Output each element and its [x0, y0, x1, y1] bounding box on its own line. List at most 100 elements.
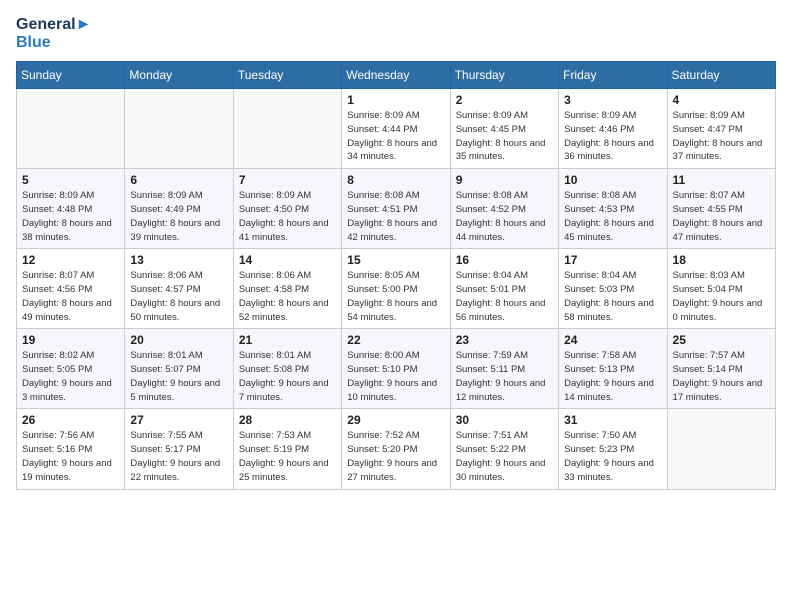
- week-row-1: 1 Sunrise: 8:09 AMSunset: 4:44 PMDaylight…: [17, 89, 776, 169]
- day-info: Sunrise: 7:58 AMSunset: 5:13 PMDaylight:…: [564, 349, 661, 404]
- week-row-3: 12 Sunrise: 8:07 AMSunset: 4:56 PMDayligh…: [17, 249, 776, 329]
- calendar-cell: 20 Sunrise: 8:01 AMSunset: 5:07 PMDayligh…: [125, 329, 233, 409]
- day-info: Sunrise: 8:07 AMSunset: 4:55 PMDaylight:…: [673, 189, 770, 244]
- day-info: Sunrise: 7:55 AMSunset: 5:17 PMDaylight:…: [130, 429, 227, 484]
- calendar-cell: 8 Sunrise: 8:08 AMSunset: 4:51 PMDaylight…: [342, 169, 450, 249]
- week-row-2: 5Sunrise: 8:09 AMSunset: 4:48 PMDaylight…: [17, 169, 776, 249]
- day-number: 20: [130, 333, 227, 347]
- calendar-cell: 14 Sunrise: 8:06 AMSunset: 4:58 PMDayligh…: [233, 249, 341, 329]
- day-number: 1: [347, 93, 444, 107]
- day-info: Sunrise: 8:04 AMSunset: 5:01 PMDaylight:…: [456, 269, 553, 324]
- calendar-cell: 10 Sunrise: 8:08 AMSunset: 4:53 PMDayligh…: [559, 169, 667, 249]
- day-info: Sunrise: 8:08 AMSunset: 4:53 PMDaylight:…: [564, 189, 661, 244]
- day-info: Sunrise: 8:09 AMSunset: 4:46 PMDaylight:…: [564, 109, 661, 164]
- calendar-cell: 23 Sunrise: 7:59 AMSunset: 5:11 PMDayligh…: [450, 329, 558, 409]
- day-number: 13: [130, 253, 227, 267]
- day-number: 24: [564, 333, 661, 347]
- calendar-cell: 18Sunrise: 8:03 AMSunset: 5:04 PMDayligh…: [667, 249, 775, 329]
- day-number: 6: [130, 173, 227, 187]
- calendar-cell: 5Sunrise: 8:09 AMSunset: 4:48 PMDaylight…: [17, 169, 125, 249]
- day-number: 30: [456, 413, 553, 427]
- weekday-header-row: SundayMondayTuesdayWednesdayThursdayFrid…: [17, 62, 776, 89]
- calendar-cell: 17Sunrise: 8:04 AMSunset: 5:03 PMDayligh…: [559, 249, 667, 329]
- calendar-cell: 26 Sunrise: 7:56 AMSunset: 5:16 PMDayligh…: [17, 409, 125, 489]
- weekday-header-saturday: Saturday: [667, 62, 775, 89]
- day-info: Sunrise: 7:52 AMSunset: 5:20 PMDaylight:…: [347, 429, 444, 484]
- day-info: Sunrise: 8:09 AMSunset: 4:48 PMDaylight:…: [22, 189, 119, 244]
- calendar-cell: 9 Sunrise: 8:08 AMSunset: 4:52 PMDaylight…: [450, 169, 558, 249]
- calendar-cell: 31 Sunrise: 7:50 AMSunset: 5:23 PMDayligh…: [559, 409, 667, 489]
- day-number: 28: [239, 413, 336, 427]
- calendar-cell: 30 Sunrise: 7:51 AMSunset: 5:22 PMDayligh…: [450, 409, 558, 489]
- day-number: 14: [239, 253, 336, 267]
- calendar-cell: 16Sunrise: 8:04 AMSunset: 5:01 PMDayligh…: [450, 249, 558, 329]
- weekday-header-wednesday: Wednesday: [342, 62, 450, 89]
- day-number: 27: [130, 413, 227, 427]
- day-info: Sunrise: 8:06 AMSunset: 4:58 PMDaylight:…: [239, 269, 336, 324]
- logo-container: General► Blue: [16, 16, 91, 51]
- day-info: Sunrise: 7:51 AMSunset: 5:22 PMDaylight:…: [456, 429, 553, 484]
- calendar-cell: 21Sunrise: 8:01 AMSunset: 5:08 PMDayligh…: [233, 329, 341, 409]
- day-info: Sunrise: 8:05 AMSunset: 5:00 PMDaylight:…: [347, 269, 444, 324]
- calendar-cell: 28Sunrise: 7:53 AMSunset: 5:19 PMDayligh…: [233, 409, 341, 489]
- day-info: Sunrise: 8:02 AMSunset: 5:05 PMDaylight:…: [22, 349, 119, 404]
- day-number: 19: [22, 333, 119, 347]
- day-number: 15: [347, 253, 444, 267]
- day-number: 2: [456, 93, 553, 107]
- day-number: 31: [564, 413, 661, 427]
- calendar-cell: 6 Sunrise: 8:09 AMSunset: 4:49 PMDaylight…: [125, 169, 233, 249]
- calendar-cell: 29Sunrise: 7:52 AMSunset: 5:20 PMDayligh…: [342, 409, 450, 489]
- calendar-cell: [17, 89, 125, 169]
- week-row-4: 19 Sunrise: 8:02 AMSunset: 5:05 PMDayligh…: [17, 329, 776, 409]
- calendar-cell: 25Sunrise: 7:57 AMSunset: 5:14 PMDayligh…: [667, 329, 775, 409]
- week-row-5: 26 Sunrise: 7:56 AMSunset: 5:16 PMDayligh…: [17, 409, 776, 489]
- day-info: Sunrise: 8:09 AMSunset: 4:44 PMDaylight:…: [347, 109, 444, 164]
- calendar-cell: 22 Sunrise: 8:00 AMSunset: 5:10 PMDayligh…: [342, 329, 450, 409]
- day-number: 10: [564, 173, 661, 187]
- calendar-cell: 4 Sunrise: 8:09 AMSunset: 4:47 PMDaylight…: [667, 89, 775, 169]
- weekday-header-thursday: Thursday: [450, 62, 558, 89]
- day-number: 17: [564, 253, 661, 267]
- day-info: Sunrise: 8:06 AMSunset: 4:57 PMDaylight:…: [130, 269, 227, 324]
- weekday-header-friday: Friday: [559, 62, 667, 89]
- calendar-cell: 15 Sunrise: 8:05 AMSunset: 5:00 PMDayligh…: [342, 249, 450, 329]
- day-info: Sunrise: 8:08 AMSunset: 4:52 PMDaylight:…: [456, 189, 553, 244]
- calendar-cell: 27 Sunrise: 7:55 AMSunset: 5:17 PMDayligh…: [125, 409, 233, 489]
- logo-text-general: General►: [16, 16, 91, 34]
- logo-text-blue: Blue: [16, 34, 91, 52]
- day-number: 4: [673, 93, 770, 107]
- day-info: Sunrise: 7:59 AMSunset: 5:11 PMDaylight:…: [456, 349, 553, 404]
- calendar-cell: [125, 89, 233, 169]
- day-info: Sunrise: 8:07 AMSunset: 4:56 PMDaylight:…: [22, 269, 119, 324]
- day-info: Sunrise: 7:50 AMSunset: 5:23 PMDaylight:…: [564, 429, 661, 484]
- day-number: 23: [456, 333, 553, 347]
- day-info: Sunrise: 8:03 AMSunset: 5:04 PMDaylight:…: [673, 269, 770, 324]
- logo: General► Blue: [16, 16, 91, 51]
- day-info: Sunrise: 8:08 AMSunset: 4:51 PMDaylight:…: [347, 189, 444, 244]
- day-info: Sunrise: 8:01 AMSunset: 5:07 PMDaylight:…: [130, 349, 227, 404]
- weekday-header-sunday: Sunday: [17, 62, 125, 89]
- day-info: Sunrise: 8:09 AMSunset: 4:50 PMDaylight:…: [239, 189, 336, 244]
- calendar-cell: 12 Sunrise: 8:07 AMSunset: 4:56 PMDayligh…: [17, 249, 125, 329]
- calendar-cell: 11Sunrise: 8:07 AMSunset: 4:55 PMDayligh…: [667, 169, 775, 249]
- day-info: Sunrise: 8:09 AMSunset: 4:49 PMDaylight:…: [130, 189, 227, 244]
- calendar-cell: 13 Sunrise: 8:06 AMSunset: 4:57 PMDayligh…: [125, 249, 233, 329]
- day-info: Sunrise: 8:00 AMSunset: 5:10 PMDaylight:…: [347, 349, 444, 404]
- calendar-table: SundayMondayTuesdayWednesdayThursdayFrid…: [16, 61, 776, 489]
- day-info: Sunrise: 8:09 AMSunset: 4:47 PMDaylight:…: [673, 109, 770, 164]
- day-number: 3: [564, 93, 661, 107]
- calendar-cell: 2 Sunrise: 8:09 AMSunset: 4:45 PMDaylight…: [450, 89, 558, 169]
- calendar-cell: 1 Sunrise: 8:09 AMSunset: 4:44 PMDaylight…: [342, 89, 450, 169]
- calendar-cell: [667, 409, 775, 489]
- day-number: 9: [456, 173, 553, 187]
- day-info: Sunrise: 8:09 AMSunset: 4:45 PMDaylight:…: [456, 109, 553, 164]
- page-header: General► Blue: [16, 16, 776, 51]
- day-number: 12: [22, 253, 119, 267]
- calendar-cell: [233, 89, 341, 169]
- day-info: Sunrise: 7:56 AMSunset: 5:16 PMDaylight:…: [22, 429, 119, 484]
- day-number: 26: [22, 413, 119, 427]
- day-number: 22: [347, 333, 444, 347]
- calendar-cell: 3 Sunrise: 8:09 AMSunset: 4:46 PMDaylight…: [559, 89, 667, 169]
- calendar-cell: 24 Sunrise: 7:58 AMSunset: 5:13 PMDayligh…: [559, 329, 667, 409]
- day-number: 8: [347, 173, 444, 187]
